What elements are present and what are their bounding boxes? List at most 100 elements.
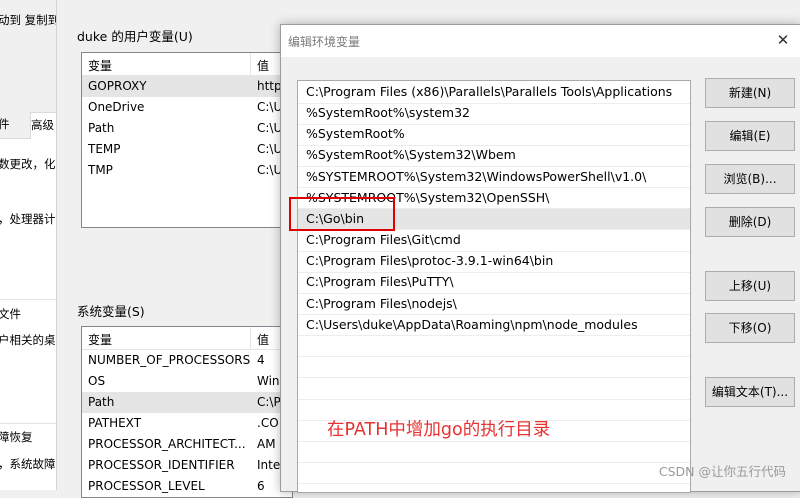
edit-text-button[interactable]: 编辑文本(T)... (705, 377, 795, 407)
variable-name: Path (88, 121, 115, 135)
text-line: 文件 (0, 307, 21, 321)
divider (0, 299, 57, 300)
variable-name: Path (88, 395, 115, 409)
system-vars-list[interactable]: 变量 值 NUMBER_OF_PROCESSORS 4 OS Win Path C:\P P… (81, 326, 293, 498)
path-entry-text: C:\Users\duke\AppData\Roaming\npm\node_m… (306, 316, 638, 332)
text-line: ，处理器计 (0, 212, 56, 226)
sys_vars-row[interactable]: OS Win (82, 371, 292, 392)
variable-name: TEMP (88, 142, 121, 156)
row-divider (298, 356, 690, 358)
variable-value: .CO (257, 416, 279, 430)
variable-name: PROCESSOR_IDENTIFIER (88, 458, 235, 472)
text-line: ，系统故障 (0, 457, 56, 471)
tab-content: 数更改，化 ，处理器计 文件 户相关的桌 障恢复 ，系统故障 (0, 139, 57, 490)
column-value[interactable]: 值 (257, 331, 269, 348)
tab-bar: 件 高级 (0, 112, 57, 139)
variable-value: 6 (257, 479, 265, 493)
delete-button[interactable]: 删除(D) (705, 207, 795, 237)
path-entry-text: C:\Program Files\PuTTY\ (306, 274, 454, 290)
sys_vars-row[interactable]: PROCESSOR_IDENTIFIER Inte (82, 455, 292, 476)
user_vars-row[interactable]: TEMP C:\U (82, 139, 292, 160)
text-line: 障恢复 (0, 430, 33, 444)
tab-advanced[interactable]: 高级 (30, 112, 57, 139)
path-entry-text: %SystemRoot% (306, 126, 405, 142)
path-entry-text: C:\Program Files\nodejs\ (306, 295, 457, 311)
dialog-titlebar: 编辑环境变量 ✕ (281, 25, 800, 57)
new-button[interactable]: 新建(N) (705, 78, 795, 108)
column-separator (250, 327, 251, 349)
path-entry-text: C:\Program Files (x86)\Parallels\Paralle… (306, 84, 673, 99)
move-down-button[interactable]: 下移(O) (705, 313, 795, 343)
path-entry-text: %SYSTEMROOT%\System32\WindowsPowerShell\… (306, 168, 647, 184)
row-divider (298, 483, 690, 485)
sys_vars-row[interactable]: PROCESSOR_ARCHITECT... AM (82, 434, 292, 455)
path-entry-text: %SystemRoot%\System32\Wbem (306, 147, 516, 163)
highlight-box (289, 197, 395, 231)
user_vars-row[interactable]: GOPROXY http (82, 76, 292, 97)
annotation-text: 在PATH中增加go的执行目录 (327, 420, 551, 440)
path-entry[interactable]: C:\Program Files\Git\cmd (298, 230, 690, 251)
path-entry-text: %SystemRoot%\system32 (306, 105, 470, 121)
variable-name: OS (88, 374, 106, 388)
user-vars-title: duke 的用户变量(U) (77, 29, 193, 44)
variable-value: C:\P (257, 395, 281, 409)
row-divider (298, 335, 690, 337)
column-separator (250, 53, 251, 75)
variable-value: C:\U (257, 100, 283, 114)
row-divider (298, 398, 690, 400)
move-up-button[interactable]: 上移(U) (705, 271, 795, 301)
sys_vars-row[interactable]: NUMBER_OF_PROCESSORS 4 (82, 350, 292, 371)
toolbar-fragment[interactable]: 动到 复制到 (0, 12, 57, 28)
text-line: 数更改，化 (0, 157, 56, 171)
path-entry[interactable]: C:\Program Files\protoc-3.9.1-win64\bin (298, 251, 690, 272)
dialog-title: 编辑环境变量 (288, 35, 361, 49)
variable-value: C:\U (257, 142, 283, 156)
user_vars-row[interactable]: TMP C:\U (82, 160, 292, 181)
variable-name: NUMBER_OF_PROCESSORS (88, 353, 251, 367)
close-icon[interactable]: ✕ (773, 30, 793, 50)
row-divider (298, 440, 690, 442)
path-entry[interactable]: %SystemRoot% (298, 124, 690, 145)
path-entry[interactable]: C:\Program Files\PuTTY\ (298, 272, 690, 293)
path-entry-text: C:\Program Files\protoc-3.9.1-win64\bin (306, 253, 554, 269)
sys_vars-row[interactable]: Path C:\P (82, 392, 292, 413)
edit-button[interactable]: 编辑(E) (705, 121, 795, 151)
column-variable[interactable]: 变量 (88, 331, 112, 348)
user_vars-row[interactable]: OneDrive C:\U (82, 97, 292, 118)
column-value[interactable]: 值 (257, 57, 269, 74)
variable-value: Win (257, 374, 280, 388)
variable-name: GOPROXY (88, 79, 147, 93)
user_vars-row[interactable]: Path C:\U (82, 118, 292, 139)
list-header: 变量 值 (82, 327, 292, 350)
row-divider (298, 377, 690, 379)
variable-name: OneDrive (88, 100, 145, 114)
variable-value: 4 (257, 353, 265, 367)
path-entry[interactable]: %SystemRoot%\System32\Wbem (298, 145, 690, 166)
path-entry[interactable]: %SYSTEMROOT%\System32\WindowsPowerShell\… (298, 167, 690, 188)
variable-name: TMP (88, 163, 113, 177)
sys_vars-row[interactable]: PROCESSOR_LEVEL 6 (82, 476, 292, 497)
user-vars-list[interactable]: 变量 值 GOPROXY http OneDrive C:\U Path C:\U TEMP… (81, 52, 293, 228)
text-line: 户相关的桌 (0, 333, 56, 347)
column-variable[interactable]: 变量 (88, 57, 112, 74)
variable-name: PROCESSOR_ARCHITECT... (88, 437, 246, 451)
variable-value: C:\U (257, 121, 283, 135)
sys-vars-title: 系统变量(S) (77, 304, 145, 319)
row-divider (298, 462, 690, 464)
path-entry[interactable]: C:\Program Files\nodejs\ (298, 294, 690, 315)
variable-value: Inte (257, 458, 281, 472)
variable-name: PROCESSOR_LEVEL (88, 479, 205, 493)
browse-button[interactable]: 浏览(B)... (705, 164, 795, 194)
path-entry[interactable]: C:\Program Files (x86)\Parallels\Paralle… (298, 82, 690, 103)
path-entry[interactable]: %SystemRoot%\system32 (298, 103, 690, 124)
variable-value: http (257, 79, 282, 93)
divider (0, 423, 57, 424)
sys_vars-row[interactable]: PATHEXT .CO (82, 413, 292, 434)
list-header: 变量 值 (82, 53, 292, 76)
variable-name: PATHEXT (88, 416, 142, 430)
watermark: CSDN @让你五行代码 (658, 464, 786, 479)
tab-files[interactable]: 件 (0, 112, 28, 137)
path-entry-text: C:\Program Files\Git\cmd (306, 232, 461, 248)
path-entry[interactable]: C:\Users\duke\AppData\Roaming\npm\node_m… (298, 315, 690, 336)
variable-value: C:\U (257, 163, 283, 177)
